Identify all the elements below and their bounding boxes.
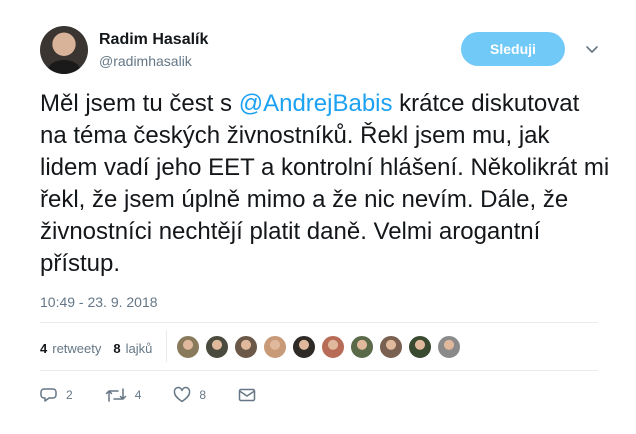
author-handle[interactable]: @radimhasalik	[99, 53, 192, 69]
stats-separator	[166, 330, 167, 362]
action-bar: 2 4 8	[40, 386, 296, 404]
tweet-stats: 4 retweety 8 lajků	[40, 338, 164, 358]
liker-avatar[interactable]	[379, 335, 403, 359]
liker-avatars	[176, 335, 466, 359]
dm-action[interactable]	[238, 386, 264, 404]
tweet-text-start: Měl jsem tu čest s	[40, 90, 239, 117]
reply-icon	[40, 388, 57, 402]
tweet-text-rest: krátce diskutovat na téma českých živnos…	[40, 90, 610, 277]
retweet-icon	[105, 388, 126, 402]
liker-avatar[interactable]	[408, 335, 432, 359]
mention-link[interactable]: @AndrejBabis	[239, 90, 393, 117]
likes-count: 8	[113, 340, 121, 356]
author-avatar[interactable]	[40, 26, 88, 74]
retweets-count: 4	[40, 340, 48, 356]
retweets-label: retweety	[52, 340, 102, 356]
likes-label: lajků	[125, 340, 153, 356]
divider	[40, 370, 598, 371]
liker-avatar[interactable]	[321, 335, 345, 359]
like-count: 8	[199, 388, 207, 402]
divider	[40, 322, 598, 323]
liker-avatar[interactable]	[205, 335, 229, 359]
liker-avatar[interactable]	[350, 335, 374, 359]
likes-stat[interactable]: 8 lajků	[113, 341, 152, 356]
liker-avatar[interactable]	[263, 335, 287, 359]
follow-button[interactable]: Sleduji	[461, 32, 565, 66]
liker-avatar[interactable]	[292, 335, 316, 359]
envelope-icon	[238, 388, 256, 402]
reply-count: 2	[66, 388, 73, 402]
tweet-timestamp[interactable]: 10:49 - 23. 9. 2018	[40, 294, 158, 310]
retweets-stat[interactable]: 4 retweety	[40, 341, 101, 356]
like-action[interactable]: 8	[173, 386, 206, 404]
chevron-down-icon[interactable]	[584, 41, 600, 57]
retweet-count: 4	[134, 388, 142, 402]
liker-avatar[interactable]	[176, 335, 200, 359]
liker-avatar[interactable]	[437, 335, 461, 359]
liker-avatar[interactable]	[234, 335, 258, 359]
heart-icon	[174, 386, 191, 403]
retweet-action[interactable]: 4	[105, 386, 142, 404]
author-name[interactable]: Radim Hasalík	[99, 31, 208, 49]
tweet-text: Měl jsem tu čest s @AndrejBabis krátce d…	[40, 88, 610, 280]
reply-action[interactable]: 2	[40, 386, 73, 404]
